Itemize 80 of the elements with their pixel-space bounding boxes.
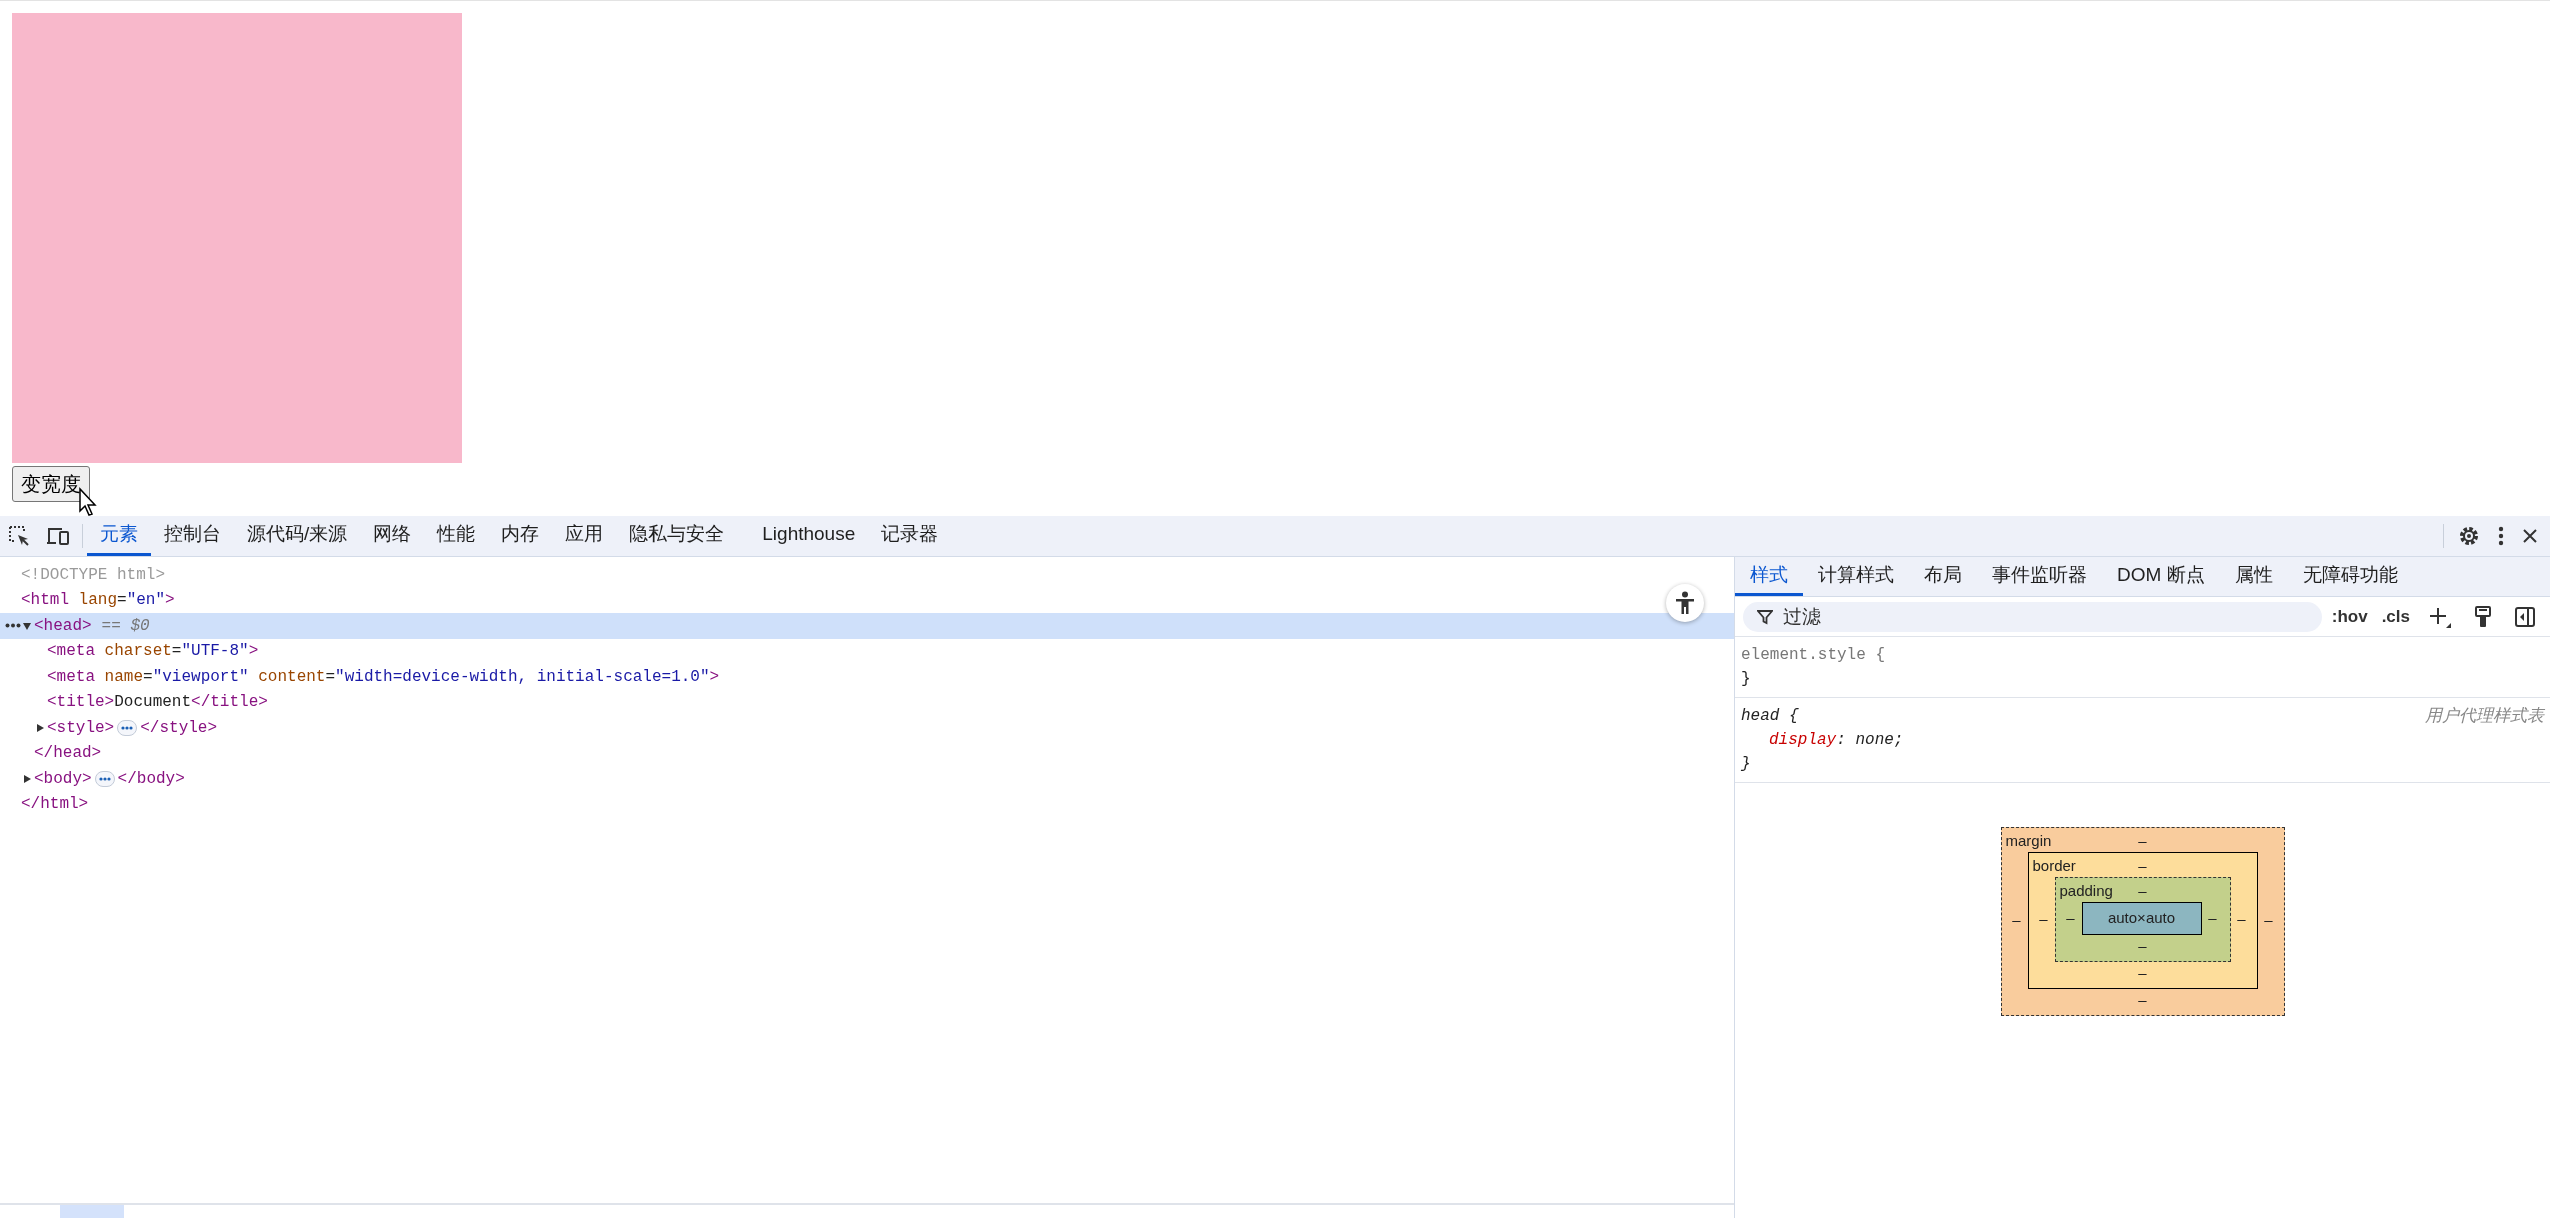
panel-tab[interactable]: 网络 [360, 516, 425, 556]
sidebar-tab[interactable]: 计算样式 [1803, 557, 1909, 596]
more-dots-icon[interactable] [5, 623, 21, 629]
box-value: – [2138, 990, 2147, 1008]
sidebar-tab[interactable]: 无障碍功能 [2287, 557, 2413, 596]
box-label: margin [2005, 831, 2052, 851]
code-text: <style> [47, 717, 115, 739]
code-text: </head> [34, 743, 102, 765]
cursor-icon [78, 487, 98, 517]
tree-row[interactable]: <title>Document</title> [0, 689, 1734, 715]
box-value: – [2138, 831, 2147, 851]
expanded-triangle-icon[interactable] [22, 620, 32, 631]
code-text: </html> [21, 794, 89, 816]
style-toggle[interactable]: .cls [2377, 603, 2414, 630]
settings-icon[interactable] [2458, 525, 2480, 547]
css-selector: head { [1741, 707, 1799, 725]
box-value: – [2038, 909, 2049, 929]
box-value: – [2207, 908, 2218, 928]
collapsed-content-button[interactable] [94, 770, 115, 787]
ellipsis-icon [98, 776, 111, 781]
style-toggle[interactable]: :hov [2327, 603, 2372, 630]
sidebar-tab[interactable]: 属性 [2219, 557, 2288, 596]
code-text: <!DOCTYPE html> [21, 564, 166, 586]
panel-tab[interactable]: 隐私与安全 [616, 516, 738, 556]
box-value: – [2138, 963, 2147, 981]
sidebar-tab[interactable]: 布局 [1909, 557, 1977, 596]
panel-tab[interactable]: 记录器 [868, 516, 952, 556]
tree-row[interactable]: <style> </style> [0, 715, 1734, 741]
box-value: – [2138, 856, 2147, 876]
closing-brace: } [1741, 755, 1751, 773]
inspect-icon[interactable] [8, 525, 30, 547]
css-selector: element.style { [1741, 646, 1886, 664]
device-icon[interactable] [46, 526, 70, 546]
filter-field[interactable]: 过滤 [1743, 601, 2322, 632]
box-value: – [2236, 909, 2247, 929]
panel-tab[interactable]: 控制台 [151, 516, 234, 556]
code-text: </body> [117, 768, 185, 790]
sidebar-tab[interactable]: 样式 [1735, 557, 1803, 596]
code-text: <head> [34, 615, 92, 637]
tree-row[interactable]: <head> == $0 [0, 613, 1734, 639]
code-text: <meta charset="UTF-8"> [47, 641, 259, 663]
box-value: – [2011, 910, 2022, 930]
box-label: padding [2059, 881, 2113, 901]
code-text: <html lang="en"> [21, 590, 175, 612]
code-text: <title>Document</title> [47, 692, 268, 714]
code-text: <body> [34, 768, 92, 790]
sidebar-toggle-icon[interactable] [2514, 605, 2536, 628]
panel-tab[interactable]: 源代码/来源 [234, 516, 361, 556]
box-value: – [2263, 910, 2274, 930]
code-text: <meta name="viewport" content="width=device-width, initial-scale=1.0"> [47, 666, 720, 688]
panel-tab[interactable]: 元素 [87, 516, 151, 556]
box-value: – [2138, 881, 2147, 901]
panel-tab[interactable]: Lighthouse [749, 516, 869, 556]
css-declaration: display: none; [1769, 731, 1904, 749]
selected-node-hint: == $0 [101, 615, 150, 637]
panel-tab[interactable]: 性能 [424, 516, 489, 556]
accessibility-icon[interactable] [1675, 591, 1695, 615]
code-text: </style> [140, 717, 218, 739]
close-icon[interactable] [2522, 528, 2538, 544]
collapsed-content-button[interactable] [117, 719, 138, 736]
stylesheet-origin[interactable]: 用户代理样式表 [2425, 704, 2544, 728]
collapsed-triangle-icon[interactable] [35, 722, 45, 733]
widen-button[interactable]: 变宽度 [12, 466, 90, 502]
tree-row[interactable]: <body> </body> [0, 766, 1734, 792]
paint-brush-icon[interactable] [2474, 604, 2492, 629]
tree-row[interactable]: <html lang="en"> [0, 587, 1734, 613]
box-value: – [2138, 936, 2147, 954]
panel-tab[interactable]: 应用 [552, 516, 617, 556]
closing-brace: } [1741, 670, 1751, 688]
box-value: – [2065, 908, 2076, 928]
panel-tab[interactable]: 内存 [488, 516, 553, 556]
sidebar-tab[interactable]: DOM 断点 [2102, 557, 2220, 596]
more-options-icon[interactable] [2498, 526, 2504, 546]
box-label: border [2032, 856, 2076, 876]
tree-row[interactable]: <meta name="viewport" content="width=device-width, initial-scale=1.0"> [0, 664, 1734, 690]
collapsed-triangle-icon[interactable] [22, 773, 32, 784]
content-box: auto×auto [2081, 902, 2202, 935]
tree-row[interactable]: <meta charset="UTF-8"> [0, 638, 1734, 664]
ellipsis-icon [121, 725, 134, 730]
sidebar-tab[interactable]: 事件监听器 [1977, 557, 2102, 596]
